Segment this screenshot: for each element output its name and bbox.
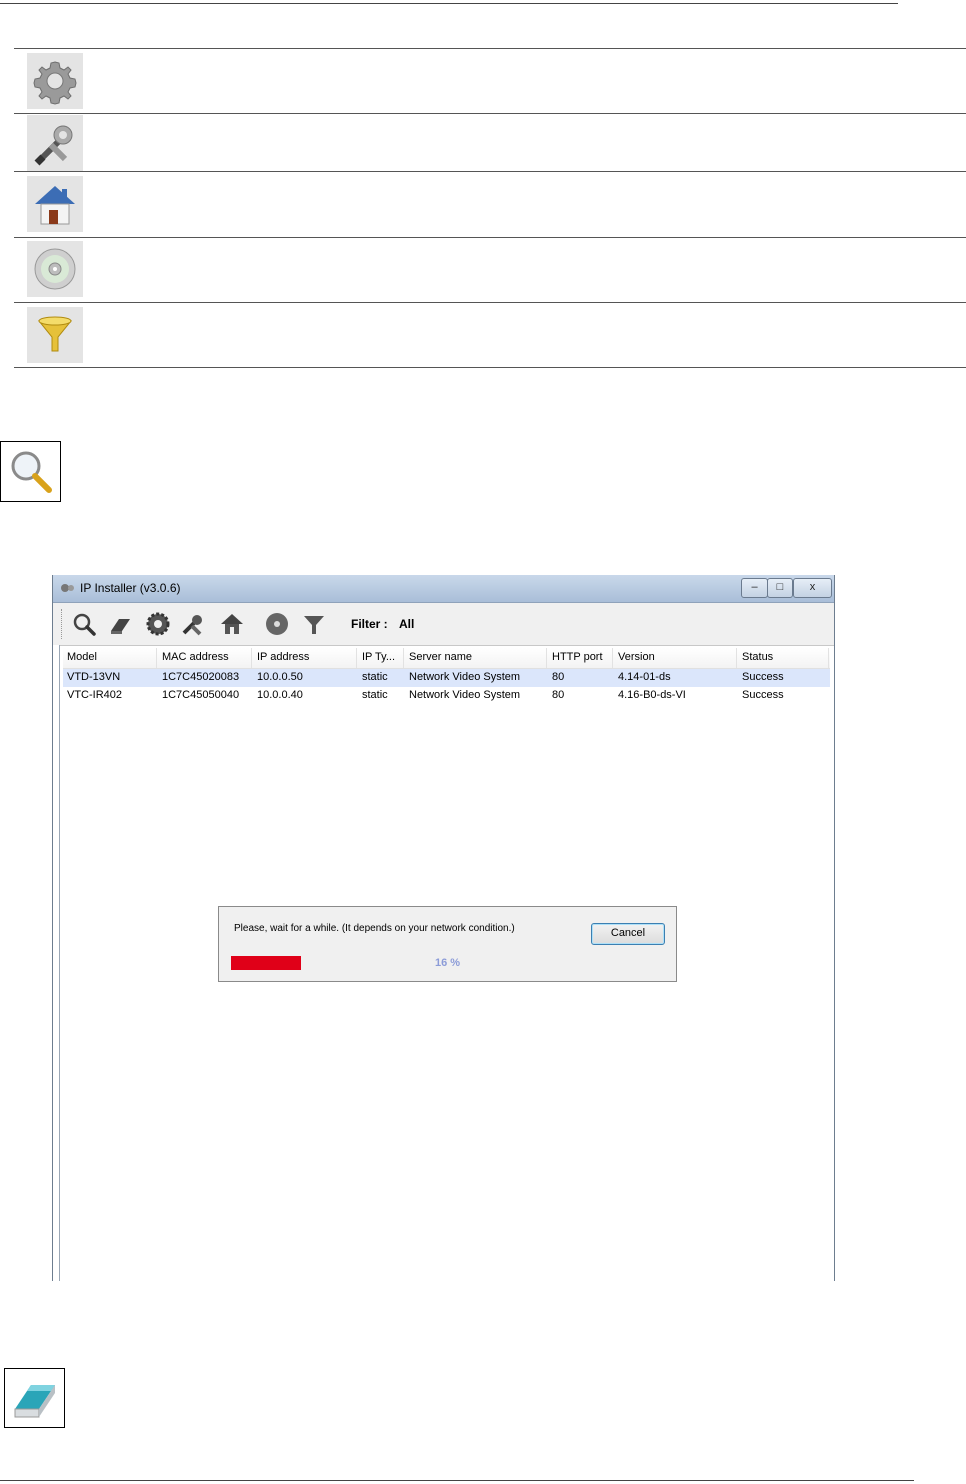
title-bar: IP Installer (v3.0.6) ‒ □ x bbox=[53, 575, 834, 603]
cell-mac: 1C7C45050040 bbox=[162, 689, 240, 701]
device-grid: Model MAC address IP address IP Ty... Se… bbox=[63, 648, 830, 705]
funnel-icon[interactable] bbox=[301, 611, 327, 637]
gear-icon[interactable] bbox=[145, 611, 171, 637]
column-header[interactable]: IP address bbox=[257, 651, 309, 663]
header-rule bbox=[0, 3, 898, 4]
disc-icon bbox=[27, 241, 83, 297]
column-separator[interactable] bbox=[736, 648, 737, 668]
window-title: IP Installer (v3.0.6) bbox=[80, 581, 181, 595]
close-button[interactable]: x bbox=[793, 578, 832, 598]
home-icon bbox=[27, 176, 83, 232]
icon-row bbox=[14, 48, 966, 113]
table-row[interactable]: VTC-IR402 1C7C45050040 10.0.0.40 static … bbox=[63, 687, 830, 705]
search-icon bbox=[0, 441, 61, 502]
column-separator[interactable] bbox=[828, 648, 829, 668]
cell-ip-type: static bbox=[362, 689, 388, 701]
cell-model: VTD-13VN bbox=[67, 671, 121, 683]
cell-status: Success bbox=[742, 671, 784, 683]
home-icon[interactable] bbox=[219, 611, 245, 637]
ip-installer-window: IP Installer (v3.0.6) ‒ □ x Filter : All bbox=[52, 575, 835, 1281]
icon-row bbox=[14, 171, 966, 237]
cell-ip: 10.0.0.50 bbox=[257, 671, 303, 683]
progress-percent: 16 % bbox=[435, 957, 461, 969]
cell-http-port: 80 bbox=[552, 689, 565, 701]
cell-version: 4.14-01-ds bbox=[618, 671, 671, 683]
filter-label: Filter : bbox=[351, 617, 388, 631]
icon-table bbox=[14, 48, 966, 368]
column-header[interactable]: Server name bbox=[409, 651, 472, 663]
cell-status: Success bbox=[742, 689, 784, 701]
column-header[interactable]: Status bbox=[742, 651, 773, 663]
disc-icon[interactable] bbox=[264, 611, 290, 637]
eraser-icon bbox=[4, 1368, 65, 1428]
progress-fill bbox=[231, 956, 301, 970]
cell-ip-type: static bbox=[362, 671, 388, 683]
column-separator[interactable] bbox=[251, 648, 252, 668]
column-separator[interactable] bbox=[356, 648, 357, 668]
cancel-button[interactable]: Cancel bbox=[591, 923, 665, 945]
column-separator[interactable] bbox=[403, 648, 404, 668]
cell-server-name: Network Video System bbox=[409, 671, 521, 683]
cell-model: VTC-IR402 bbox=[67, 689, 123, 701]
column-header[interactable]: Model bbox=[67, 651, 97, 663]
cell-http-port: 80 bbox=[552, 671, 565, 683]
progress-bar bbox=[231, 956, 451, 970]
toolbar-grip[interactable] bbox=[61, 609, 64, 639]
eraser-icon[interactable] bbox=[107, 611, 133, 637]
minimize-button[interactable]: ‒ bbox=[741, 578, 768, 598]
column-header[interactable]: IP Ty... bbox=[362, 651, 395, 663]
footer-rule bbox=[0, 1480, 914, 1481]
toolbar: Filter : All bbox=[53, 603, 834, 646]
cell-ip: 10.0.0.40 bbox=[257, 689, 303, 701]
column-separator[interactable] bbox=[156, 648, 157, 668]
icon-row bbox=[14, 237, 966, 302]
tools-icon[interactable] bbox=[180, 611, 206, 637]
search-icon[interactable] bbox=[71, 611, 97, 637]
column-header[interactable]: MAC address bbox=[162, 651, 229, 663]
app-icon bbox=[61, 584, 74, 592]
column-separator[interactable] bbox=[546, 648, 547, 668]
cell-mac: 1C7C45020083 bbox=[162, 671, 240, 683]
icon-row bbox=[14, 113, 966, 171]
table-row[interactable]: VTD-13VN 1C7C45020083 10.0.0.50 static N… bbox=[63, 669, 830, 687]
tools-icon bbox=[27, 115, 83, 171]
icon-row bbox=[14, 302, 966, 368]
filter-value[interactable]: All bbox=[399, 617, 414, 631]
column-header[interactable]: Version bbox=[618, 651, 655, 663]
grid-header: Model MAC address IP address IP Ty... Se… bbox=[63, 648, 830, 669]
cell-version: 4.16-B0-ds-VI bbox=[618, 689, 686, 701]
column-header[interactable]: HTTP port bbox=[552, 651, 603, 663]
funnel-icon bbox=[27, 307, 83, 363]
gear-icon bbox=[27, 53, 83, 109]
column-separator[interactable] bbox=[612, 648, 613, 668]
progress-dialog: Please, wait for a while. (It depends on… bbox=[218, 906, 677, 982]
left-edge bbox=[53, 645, 60, 1281]
maximize-button[interactable]: □ bbox=[767, 578, 793, 598]
cell-server-name: Network Video System bbox=[409, 689, 521, 701]
progress-message: Please, wait for a while. (It depends on… bbox=[234, 923, 515, 934]
